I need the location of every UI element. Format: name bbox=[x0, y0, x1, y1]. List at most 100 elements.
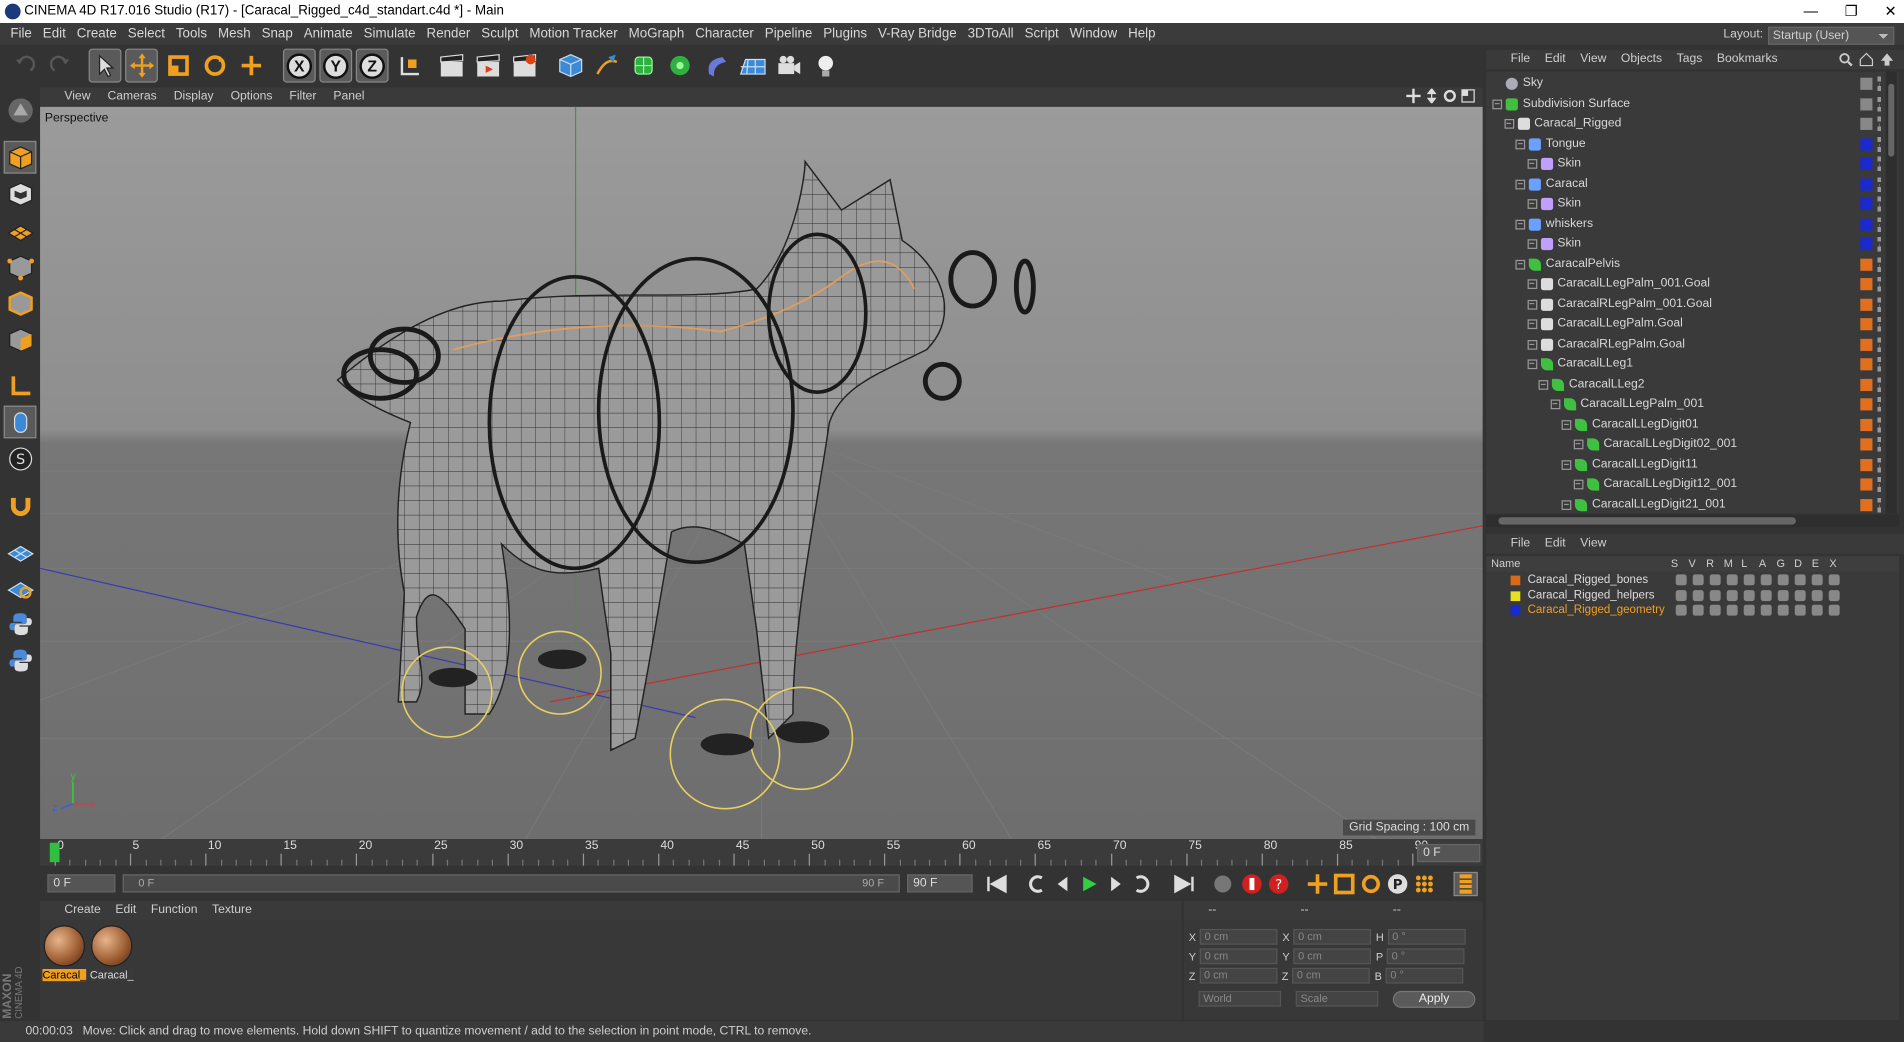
play-button[interactable] bbox=[1077, 872, 1101, 896]
object-row[interactable]: − Skin bbox=[1486, 234, 1881, 254]
object-menu-file[interactable]: File bbox=[1511, 50, 1531, 69]
menu-help[interactable]: Help bbox=[1123, 23, 1161, 45]
layer-column-s[interactable]: S bbox=[1671, 556, 1678, 572]
expand-toggle-icon[interactable]: − bbox=[1492, 98, 1503, 109]
layer-deformers-toggle[interactable] bbox=[1794, 574, 1806, 586]
position-z-field[interactable]: 0 cm bbox=[1199, 967, 1277, 984]
object-menu-view[interactable]: View bbox=[1580, 50, 1606, 69]
rotation-b-field[interactable]: 0 ° bbox=[1385, 967, 1464, 984]
layer-color-tag[interactable] bbox=[1860, 217, 1873, 231]
rotation-p-field[interactable]: 0 ° bbox=[1386, 948, 1465, 965]
layer-row[interactable]: Caracal_Rigged_geometry bbox=[1486, 604, 1899, 619]
cube-primitive-button[interactable] bbox=[554, 49, 587, 83]
scale-tool-button[interactable] bbox=[162, 49, 195, 83]
layer-column-a[interactable]: A bbox=[1759, 556, 1766, 572]
expand-toggle-icon[interactable]: − bbox=[1503, 118, 1514, 129]
timeline-ruler[interactable]: 051015202530354045505560657075808590 0 F bbox=[40, 839, 1483, 866]
menu-pipeline[interactable]: Pipeline bbox=[759, 23, 817, 45]
object-row[interactable]: − Caracal_Rigged bbox=[1486, 114, 1881, 134]
layer-locked-toggle[interactable] bbox=[1743, 589, 1755, 601]
layer-manager-toggle[interactable] bbox=[1726, 574, 1738, 586]
object-row[interactable]: − CaracalLLegDigit21_001 bbox=[1486, 495, 1881, 514]
layer-column-name[interactable]: Name bbox=[1491, 556, 1520, 572]
playhead[interactable] bbox=[49, 842, 60, 863]
layer-expressions-toggle[interactable] bbox=[1811, 574, 1823, 586]
points-mode-button[interactable] bbox=[4, 250, 37, 283]
size-mode-dropdown[interactable]: Scale bbox=[1295, 990, 1379, 1007]
visibility-dots[interactable] bbox=[1877, 296, 1881, 312]
autokeying-button[interactable] bbox=[1240, 872, 1264, 896]
layer-expressions-toggle[interactable] bbox=[1811, 604, 1823, 616]
select-tool-button[interactable] bbox=[88, 48, 122, 83]
expand-toggle-icon[interactable]: − bbox=[1515, 259, 1526, 269]
menu-tools[interactable]: Tools bbox=[170, 23, 212, 45]
layer-color-tag[interactable] bbox=[1860, 177, 1873, 191]
key-parameter-button[interactable]: P bbox=[1386, 872, 1410, 896]
x-axis-button[interactable]: X bbox=[282, 48, 316, 83]
layer-column-d[interactable]: D bbox=[1794, 556, 1802, 572]
visibility-dots[interactable] bbox=[1877, 156, 1881, 172]
layer-color-tag[interactable] bbox=[1860, 117, 1873, 130]
size-z-field[interactable]: 0 cm bbox=[1292, 967, 1370, 984]
expand-toggle-icon[interactable]: − bbox=[1526, 239, 1537, 249]
go-to-end-button[interactable] bbox=[1172, 872, 1196, 896]
python-console-button[interactable] bbox=[4, 644, 37, 677]
menu-render[interactable]: Render bbox=[421, 23, 476, 45]
material-menu-function[interactable]: Function bbox=[151, 901, 198, 920]
keyframe-selection-button[interactable]: ? bbox=[1267, 872, 1291, 896]
up-arrow-icon[interactable] bbox=[1880, 52, 1895, 67]
layer-solo-toggle[interactable] bbox=[1675, 604, 1687, 616]
layer-color-tag[interactable] bbox=[1860, 458, 1873, 471]
y-axis-button[interactable]: Y bbox=[319, 48, 353, 83]
menu-select[interactable]: Select bbox=[122, 23, 170, 45]
visibility-dots[interactable] bbox=[1877, 336, 1881, 352]
layer-render-toggle[interactable] bbox=[1709, 604, 1721, 616]
layer-color-tag[interactable] bbox=[1860, 418, 1873, 431]
apply-button[interactable]: Apply bbox=[1392, 990, 1476, 1008]
layer-color-tag[interactable] bbox=[1860, 378, 1873, 391]
viewport-menu-filter[interactable]: Filter bbox=[289, 87, 316, 106]
layer-color-swatch[interactable] bbox=[1510, 590, 1521, 601]
visibility-dots[interactable] bbox=[1877, 216, 1881, 232]
go-to-start-button[interactable] bbox=[985, 872, 1009, 896]
layer-color-tag[interactable] bbox=[1860, 238, 1873, 251]
visibility-dots[interactable] bbox=[1877, 437, 1881, 452]
visibility-dots[interactable] bbox=[1877, 136, 1881, 152]
magnet-button[interactable] bbox=[4, 488, 37, 521]
visibility-dots[interactable] bbox=[1877, 477, 1881, 492]
layer-color-swatch[interactable] bbox=[1510, 575, 1521, 586]
object-row[interactable]: − Tongue bbox=[1486, 134, 1881, 154]
layer-manager-toggle[interactable] bbox=[1726, 604, 1738, 616]
coordinate-system-button[interactable] bbox=[392, 49, 425, 83]
redo-button[interactable] bbox=[44, 49, 77, 83]
home-icon[interactable] bbox=[1859, 52, 1874, 67]
render-picture-viewer-button[interactable] bbox=[471, 49, 504, 83]
layer-generators-toggle[interactable] bbox=[1777, 604, 1789, 616]
layer-render-toggle[interactable] bbox=[1709, 589, 1721, 601]
visibility-dots[interactable] bbox=[1877, 236, 1881, 252]
layer-color-tag[interactable] bbox=[1860, 157, 1873, 171]
menu-sculpt[interactable]: Sculpt bbox=[476, 23, 524, 45]
visibility-dots[interactable] bbox=[1877, 377, 1881, 392]
object-row[interactable]: − Caracal bbox=[1486, 174, 1881, 194]
layer-xref-toggle[interactable] bbox=[1828, 604, 1840, 616]
layer-render-toggle[interactable] bbox=[1709, 574, 1721, 586]
layer-color-tag[interactable] bbox=[1860, 258, 1873, 271]
object-menu-bookmarks[interactable]: Bookmarks bbox=[1717, 50, 1778, 69]
layer-visible-toggle[interactable] bbox=[1692, 589, 1704, 601]
layer-color-tag[interactable] bbox=[1860, 478, 1873, 491]
edges-mode-button[interactable] bbox=[4, 287, 37, 320]
previous-frame-button[interactable] bbox=[1050, 872, 1074, 896]
object-menu-objects[interactable]: Objects bbox=[1621, 50, 1662, 69]
layer-column-v[interactable]: V bbox=[1688, 556, 1695, 572]
visibility-dots[interactable] bbox=[1877, 116, 1881, 132]
size-y-field[interactable]: 0 cm bbox=[1293, 948, 1371, 965]
workplane-mode-button[interactable] bbox=[4, 214, 37, 247]
object-row[interactable]: − Skin bbox=[1486, 154, 1881, 174]
zoom-icon[interactable] bbox=[1424, 88, 1439, 104]
object-menu-tags[interactable]: Tags bbox=[1677, 50, 1703, 69]
layer-color-tag[interactable] bbox=[1860, 318, 1873, 331]
make-editable-button[interactable] bbox=[4, 94, 37, 127]
layer-color-tag[interactable] bbox=[1860, 338, 1873, 351]
pan-icon[interactable] bbox=[1406, 88, 1421, 104]
